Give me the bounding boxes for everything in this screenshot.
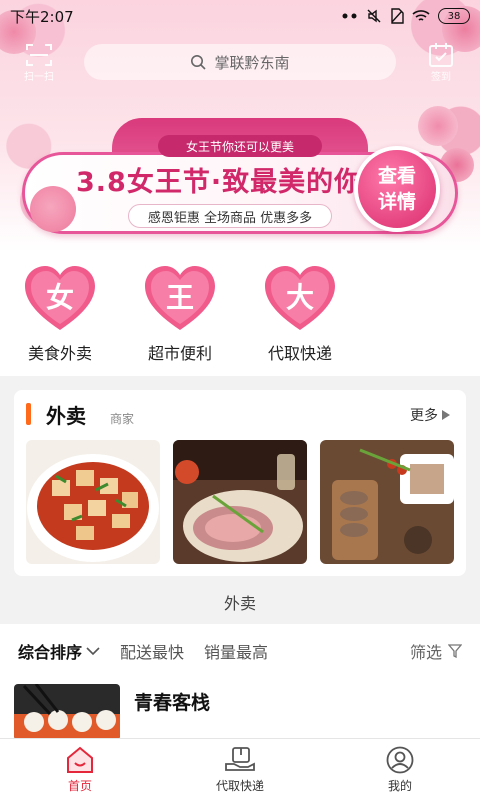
heart-badge-icon: 王 bbox=[143, 262, 217, 336]
status-bar: 下午2:07 38 bbox=[0, 0, 480, 32]
more-link[interactable]: 更多 bbox=[410, 405, 450, 425]
view-details-button[interactable]: 查看详情 bbox=[354, 146, 440, 232]
user-icon bbox=[386, 746, 414, 773]
category-glyph: 王 bbox=[165, 281, 194, 314]
no-sim-icon bbox=[391, 8, 404, 24]
food-image-terrine[interactable] bbox=[173, 440, 307, 564]
sort-label: 综合排序 bbox=[18, 643, 83, 662]
shop-image bbox=[14, 684, 120, 740]
category-food-delivery[interactable]: 女 美食外卖 bbox=[10, 262, 110, 364]
nav-parcel-pickup[interactable]: 代取快递 bbox=[160, 739, 320, 800]
sort-comprehensive[interactable]: 综合排序 bbox=[18, 639, 100, 663]
wifi-icon bbox=[412, 10, 430, 21]
section-header: 外卖 商家 更多 bbox=[14, 390, 466, 436]
checkin-label: 签到 bbox=[431, 71, 451, 83]
signal-dots-icon bbox=[342, 13, 357, 19]
section-subtitle: 商家 bbox=[110, 412, 135, 426]
sort-fastest-delivery[interactable]: 配送最快 bbox=[120, 639, 184, 663]
battery-level: 38 bbox=[447, 10, 461, 22]
filter-label: 筛选 bbox=[409, 643, 442, 662]
mute-icon bbox=[367, 9, 381, 23]
nav-home[interactable]: 首页 bbox=[0, 739, 160, 800]
food-image-mapo-tofu[interactable] bbox=[26, 440, 160, 564]
battery-indicator: 38 bbox=[438, 8, 470, 24]
category-label: 美食外卖 bbox=[27, 344, 92, 363]
view-details-label: 查看详情 bbox=[377, 165, 416, 213]
category-grid: 女 美食外卖 王 超市便利 大 代取快递 bbox=[0, 252, 480, 376]
heart-badge-icon: 大 bbox=[263, 262, 337, 336]
sort-top-sales[interactable]: 销量最高 bbox=[204, 639, 268, 663]
category-glyph: 大 bbox=[285, 281, 314, 314]
category-label: 代取快递 bbox=[267, 344, 332, 363]
scan-icon bbox=[26, 43, 52, 66]
list-section-title: 外卖 bbox=[223, 594, 256, 613]
bottom-nav: 首页 代取快递 我的 bbox=[0, 738, 480, 800]
category-parcel-pickup[interactable]: 大 代取快递 bbox=[250, 262, 350, 364]
flower-decoration bbox=[418, 106, 458, 146]
takeout-section: 外卖 商家 更多 bbox=[14, 390, 466, 576]
category-label: 超市便利 bbox=[147, 344, 212, 363]
more-label: 更多 bbox=[410, 408, 438, 424]
sort-label: 配送最快 bbox=[120, 643, 185, 662]
nav-label: 首页 bbox=[67, 778, 92, 793]
banner-title: 3.8女王节·致最美的你 bbox=[76, 167, 363, 198]
banner-tag: 女王节你还可以更美 bbox=[158, 135, 322, 157]
triangle-right-icon bbox=[442, 410, 450, 420]
checkin-button[interactable]: 签到 bbox=[418, 42, 464, 83]
banner-subtitle: 感恩钜惠 全场商品 优惠多多 bbox=[128, 204, 332, 228]
shop-list-item[interactable]: 青春客栈 bbox=[0, 678, 480, 740]
heart-badge-icon: 女 bbox=[23, 262, 97, 336]
package-hand-icon bbox=[225, 746, 255, 771]
filter-icon bbox=[448, 644, 462, 658]
filter-button[interactable]: 筛选 bbox=[410, 639, 462, 663]
sort-label: 销量最高 bbox=[204, 643, 269, 662]
food-image-sausage-board[interactable] bbox=[320, 440, 454, 564]
hero-header: 下午2:07 38 扫一扫 掌联黔东南 签到 女王节你还可以更美 3.8女王节·… bbox=[0, 0, 480, 252]
chevron-down-icon bbox=[86, 647, 100, 656]
section-accent-bar bbox=[26, 403, 31, 425]
home-icon bbox=[67, 746, 93, 773]
search-input[interactable]: 掌联黔东南 bbox=[84, 44, 396, 80]
nav-label: 代取快递 bbox=[215, 778, 264, 793]
search-icon bbox=[191, 55, 207, 70]
top-toolbar: 扫一扫 掌联黔东南 签到 bbox=[0, 36, 480, 88]
sort-bar: 综合排序 配送最快 销量最高 筛选 bbox=[0, 624, 480, 678]
search-placeholder: 掌联黔东南 bbox=[214, 53, 290, 72]
scan-button[interactable]: 扫一扫 bbox=[16, 42, 62, 83]
shop-name: 青春客栈 bbox=[134, 692, 211, 714]
nav-label: 我的 bbox=[387, 778, 412, 793]
calendar-check-icon bbox=[429, 42, 453, 67]
category-glyph: 女 bbox=[45, 281, 74, 314]
nav-profile[interactable]: 我的 bbox=[320, 739, 480, 800]
section-title: 外卖 bbox=[46, 404, 86, 428]
scan-label: 扫一扫 bbox=[24, 71, 54, 83]
category-supermarket[interactable]: 王 超市便利 bbox=[130, 262, 230, 364]
rose-decoration bbox=[30, 186, 76, 232]
status-time: 下午2:07 bbox=[10, 7, 74, 26]
